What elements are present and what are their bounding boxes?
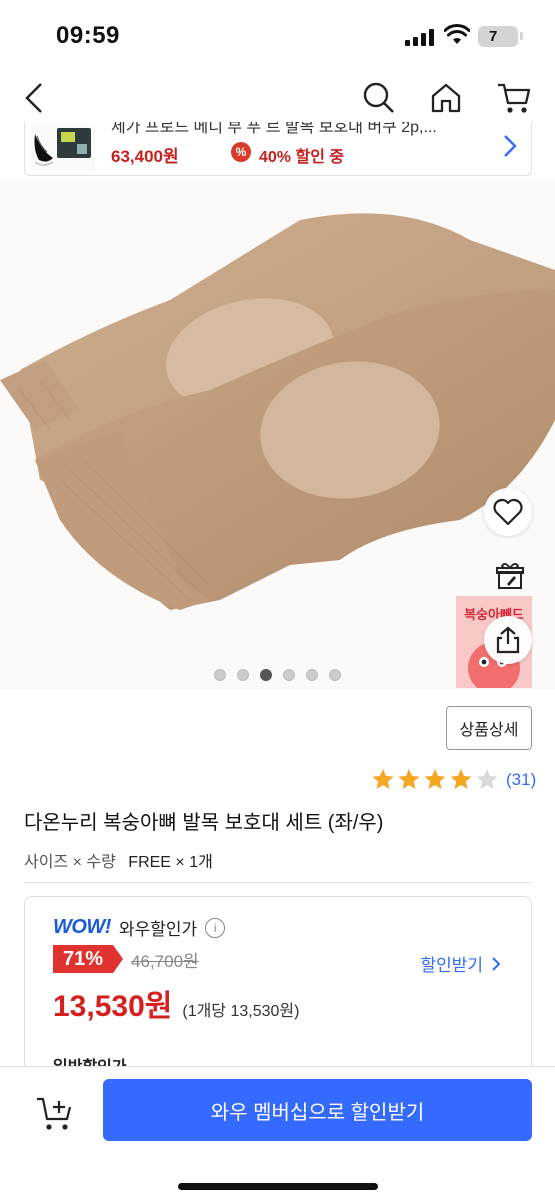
unit-price: (1개당 13,530원) — [182, 1003, 300, 1020]
bottom-action-bar: 와우 멤버십으로 할인받기 — [0, 1066, 555, 1200]
related-product-discount: 40% 할인 중 — [259, 149, 345, 166]
chevron-right-icon — [504, 135, 517, 157]
chevron-right-icon — [492, 956, 501, 971]
top-nav — [0, 70, 555, 126]
discount-badge-icon: % — [231, 142, 251, 162]
related-product-banner[interactable]: 세가 프로드 메디 부 푸 르 발목 보호대 버쿠 2p,... 63,400원… — [24, 122, 532, 176]
product-title: 다온누리 복숭아뼈 발목 보호대 세트 (좌/우) — [24, 812, 384, 834]
carousel-dot-active[interactable] — [260, 669, 272, 681]
product-detail-button[interactable]: 상품상세 — [446, 706, 532, 750]
divider — [24, 882, 532, 883]
discount-rate-badge: 71% — [53, 945, 124, 973]
wishlist-heart-icon[interactable] — [484, 488, 532, 536]
original-price: 46,700원 — [131, 951, 199, 971]
home-indicator — [178, 1183, 378, 1190]
related-product-price: 63,400원 — [111, 147, 179, 166]
search-icon[interactable] — [358, 78, 398, 118]
final-price: 13,530원 — [53, 990, 173, 1023]
wow-logo: WOW! — [53, 916, 111, 938]
option-summary[interactable]: 사이즈 × 수량 FREE × 1개 — [24, 848, 213, 872]
carousel-dot[interactable] — [329, 669, 341, 681]
back-icon[interactable] — [14, 78, 54, 118]
carousel-dot[interactable] — [237, 669, 249, 681]
battery-level: 7 — [489, 28, 498, 45]
battery-icon: 7 — [478, 26, 518, 47]
get-discount-label: 할인받기 — [420, 956, 483, 975]
battery-tip — [520, 32, 523, 40]
status-bar: 09:59 7 — [0, 0, 555, 70]
home-icon[interactable] — [426, 78, 466, 118]
carousel-dots — [0, 669, 555, 681]
cart-icon[interactable] — [494, 78, 534, 118]
clock: 09:59 — [56, 22, 120, 49]
gift-rocket-icon[interactable] — [490, 556, 530, 596]
review-count[interactable]: (31) — [506, 770, 536, 790]
cellular-signal-icon — [405, 28, 434, 46]
rating-stars-icon — [372, 769, 498, 789]
share-icon[interactable] — [484, 616, 532, 664]
wow-membership-discount-button[interactable]: 와우 멤버십으로 할인받기 — [103, 1079, 532, 1141]
carousel-dot[interactable] — [214, 669, 226, 681]
option-label: 사이즈 × 수량 — [24, 854, 116, 871]
info-icon[interactable]: i — [205, 917, 226, 938]
wow-price-label: 와우할인가 — [118, 920, 198, 939]
option-value: FREE × 1개 — [128, 854, 213, 871]
related-product-title: 세가 프로드 메디 부 푸 르 발목 보호대 버쿠 2p,... — [111, 122, 437, 136]
rating[interactable]: (31) — [372, 768, 536, 792]
wifi-icon — [444, 24, 470, 44]
carousel-dot[interactable] — [306, 669, 318, 681]
related-product-image — [31, 124, 95, 172]
add-to-cart-icon[interactable] — [30, 1089, 80, 1139]
carousel-dot[interactable] — [283, 669, 295, 681]
get-discount-link[interactable]: 할인받기 — [420, 951, 501, 976]
